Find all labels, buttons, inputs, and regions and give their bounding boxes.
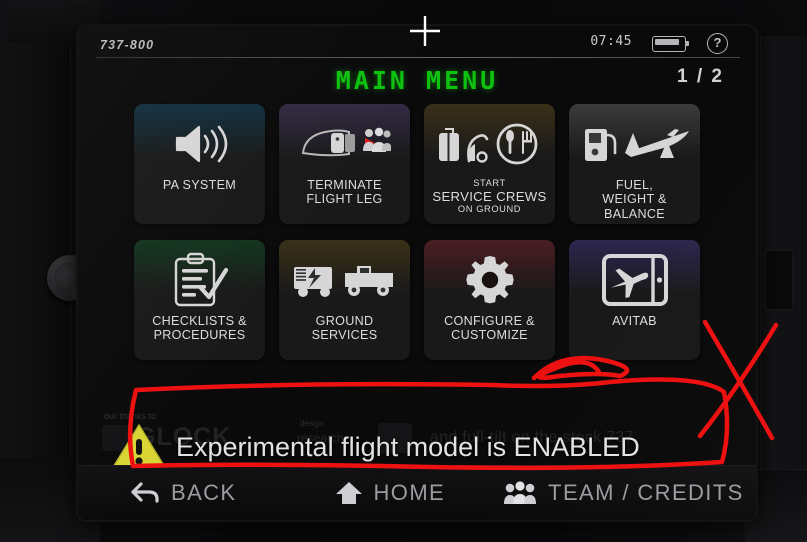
crosshair-cursor — [410, 16, 440, 46]
nav-label: BACK — [171, 480, 237, 505]
efb-tablet-screen: 737-800 07:45 ? MAIN MENU 1 / 2 PA SYSTE… — [78, 26, 756, 520]
tile-label: TERMINATE FLIGHT LEG — [306, 178, 383, 207]
bottom-nav-bar: BACK HOME TEAM / CREDITS — [78, 465, 756, 520]
nav-item-team-credits[interactable]: TEAM / CREDITS — [503, 480, 744, 506]
people-icon — [503, 480, 537, 506]
tile-checklists-procedures[interactable]: CHECKLISTS & PROCEDURES — [134, 240, 265, 360]
speaker-icon — [171, 110, 229, 178]
nav-label: TEAM / CREDITS — [548, 480, 744, 505]
tile-label: PA SYSTEM — [162, 178, 237, 192]
tablet-airplane-icon — [600, 246, 670, 314]
tile-pa-system[interactable]: PA SYSTEM — [134, 104, 265, 224]
clock-label: 07:45 — [590, 34, 632, 49]
battery-nub — [686, 40, 689, 46]
aircraft-deboard-icon — [299, 110, 391, 178]
tile-label: CHECKLISTS & PROCEDURES — [152, 314, 247, 343]
bezel-panel-left — [0, 42, 71, 462]
tile-avitab[interactable]: AVITAB — [569, 240, 700, 360]
nav-label: HOME — [373, 480, 446, 505]
main-menu-grid: PA SYSTEM TERMINATE FLIGHT LEG START SER… — [134, 104, 700, 360]
clipboard-check-icon — [168, 246, 232, 314]
back-arrow-icon — [130, 479, 160, 507]
bezel-seam-right-1 — [760, 0, 761, 542]
tile-label: GROUND SERVICES — [311, 314, 378, 343]
tile-label: CONFIGURE & CUSTOMIZE — [444, 314, 535, 343]
tile-fuel-weight-balance[interactable]: FUEL, WEIGHT & BALANCE — [569, 104, 700, 224]
nav-item-back[interactable]: BACK — [130, 479, 237, 507]
gear-icon — [464, 246, 516, 314]
page-title: MAIN MENU — [335, 66, 499, 95]
tile-configure-customize[interactable]: CONFIGURE & CUSTOMIZE — [424, 240, 555, 360]
warning-message: Experimental flight model is ENABLED — [176, 431, 640, 462]
tile-ground-services[interactable]: GROUND SERVICES — [279, 240, 410, 360]
bezel-vent — [765, 250, 793, 310]
fuel-balance-icon — [579, 110, 691, 178]
aircraft-model-badge: 737-800 — [100, 38, 155, 52]
tile-label: AVITAB — [612, 314, 657, 328]
help-circle-icon[interactable]: ? — [707, 33, 728, 54]
battery-icon — [652, 36, 689, 52]
tile-terminate-flight-leg[interactable]: TERMINATE FLIGHT LEG — [279, 104, 410, 224]
page-indicator: 1 / 2 — [677, 66, 724, 87]
tile-label: START SERVICE CREWS ON GROUND — [432, 178, 547, 214]
battery-fill — [655, 39, 679, 45]
bezel-seam-right-2 — [798, 0, 799, 542]
home-icon — [335, 480, 363, 506]
service-crews-icon — [435, 110, 545, 178]
gpu-truck-icon — [291, 246, 399, 314]
nav-item-home[interactable]: HOME — [335, 480, 446, 506]
tile-start-service-crews[interactable]: START SERVICE CREWS ON GROUND — [424, 104, 555, 224]
tile-label: FUEL, WEIGHT & BALANCE — [602, 178, 667, 221]
screenshot-root: 737-800 07:45 ? MAIN MENU 1 / 2 PA SYSTE… — [0, 0, 807, 542]
header-divider — [96, 57, 740, 59]
